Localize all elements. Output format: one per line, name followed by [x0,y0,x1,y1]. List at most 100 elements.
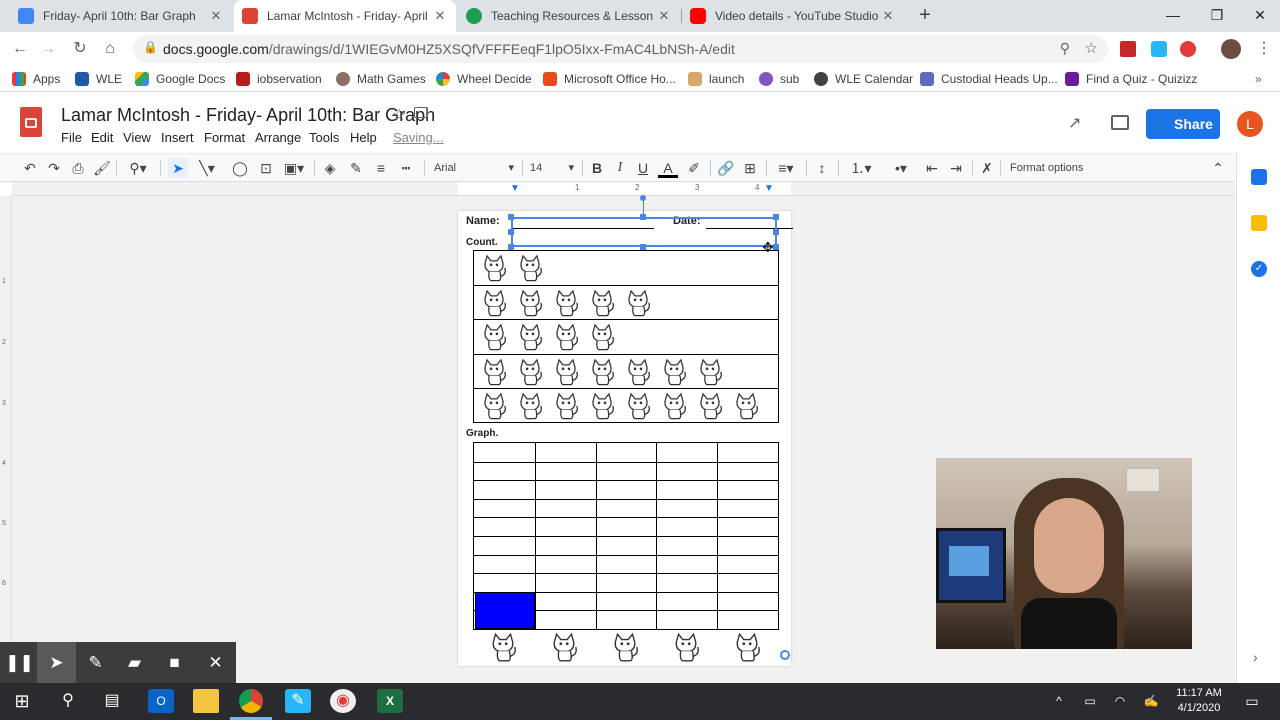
chrome-menu-icon[interactable]: ⋮ [1252,38,1276,60]
comments-icon[interactable] [1111,115,1129,130]
calendar-icon[interactable] [1251,169,1267,185]
file-explorer-icon[interactable] [193,689,219,713]
zoom-menu-icon[interactable]: ⚲▾ [124,158,152,178]
select-tool-icon[interactable]: ➤ [168,158,188,178]
border-weight-icon[interactable]: ≡ [371,158,391,178]
menu-tools[interactable]: Tools [309,130,339,145]
image-insert-icon[interactable]: ▣▾ [280,158,308,178]
highlight-color-icon[interactable]: ✐ [684,158,704,178]
chrome-icon[interactable] [239,689,263,713]
bold-icon[interactable]: B [588,158,606,178]
wifi-icon[interactable]: ◠ [1107,689,1133,713]
profile-avatar[interactable] [1221,39,1241,59]
tab-teaching-resources[interactable]: Teaching Resources & Lesson Pla ✕ [458,0,680,32]
menu-insert[interactable]: Insert [161,130,194,145]
bookmark-apps[interactable]: Apps [12,71,60,87]
close-tab-icon[interactable]: ✕ [656,8,672,24]
font-family-select[interactable]: Arial ▾ [434,158,518,178]
notes-app-icon[interactable]: ✎ [285,689,311,713]
notifications-icon[interactable]: ▭ [1239,689,1265,713]
menu-arrange[interactable]: Arrange [255,130,301,145]
pause-icon[interactable]: ❚❚ [0,642,39,683]
account-avatar[interactable]: L [1237,111,1263,137]
align-icon[interactable]: ≡▾ [772,158,800,178]
resize-handle[interactable] [640,214,646,220]
extension-icon[interactable] [1180,41,1196,57]
resize-handle[interactable] [508,214,514,220]
clear-formatting-icon[interactable]: ✗ [978,158,996,178]
link-icon[interactable]: 🔗 [716,158,736,178]
cursor-tool-icon[interactable]: ➤ [37,642,76,683]
forward-icon[interactable]: → [36,38,60,60]
border-dash-icon[interactable]: ┅ [396,158,416,178]
tasks-icon[interactable]: ✓ [1251,261,1267,277]
bookmark-iobservation[interactable]: iobservation [236,71,322,87]
redo-icon[interactable]: ↷ [44,158,64,178]
screencastify-extension-icon[interactable] [1151,41,1167,57]
tab-drawing-active[interactable]: Lamar McIntosh - Friday- April 10 ✕ [234,0,456,32]
pen-tray-icon[interactable]: ✍ [1138,689,1164,713]
collapse-toolbar-icon[interactable]: ⌃ [1208,158,1228,178]
print-icon[interactable]: ⎙ [68,158,88,178]
fill-color-icon[interactable]: ◈ [320,158,340,178]
system-clock[interactable]: 11:17 AM 4/1/2020 [1168,686,1230,716]
decrease-indent-icon[interactable]: ⇤ [922,158,942,178]
zoom-icon[interactable]: ⚲ [1060,40,1070,57]
right-indent-marker[interactable]: ▼ [764,183,774,194]
close-tab-icon[interactable]: ✕ [208,8,224,24]
rotate-handle-knob[interactable] [640,195,646,201]
battery-icon[interactable]: ▭ [1077,689,1103,713]
move-folder-icon[interactable] [414,107,428,118]
numbered-list-icon[interactable]: ⒈▾ [846,158,876,178]
maximize-icon[interactable]: ❐ [1195,0,1239,30]
paint-format-icon[interactable]: 🖌 [92,158,112,178]
text-box-icon[interactable]: ⊡ [256,158,276,178]
menu-file[interactable]: File [61,130,82,145]
resize-handle[interactable] [508,229,514,235]
bookmark-google-docs[interactable]: Google Docs [135,71,225,87]
worksheet-page[interactable]: Name: Date: ✥ Count. Graph. [458,195,793,666]
excel-icon[interactable]: X [377,689,403,713]
bar-fill[interactable] [475,591,535,629]
resize-handle[interactable] [773,214,779,220]
text-color-icon[interactable]: A [658,158,678,178]
app-icon[interactable]: ◉ [330,689,356,713]
bookmark-office[interactable]: Microsoft Office Ho... [543,71,676,87]
line-spacing-icon[interactable]: ↕ [812,158,832,178]
tab-youtube-studio[interactable]: Video details - YouTube Studio ✕ [682,0,904,32]
menu-help[interactable]: Help [350,130,377,145]
back-icon[interactable]: ← [8,38,32,60]
bookmark-quizizz[interactable]: Find a Quiz - Quizizz [1065,71,1197,87]
menu-format[interactable]: Format [204,130,245,145]
bookmark-sub[interactable]: sub [759,71,799,87]
keep-icon[interactable] [1251,215,1267,231]
reload-icon[interactable]: ↻ [68,38,92,60]
undo-icon[interactable]: ↶ [20,158,40,178]
bookmark-wle[interactable]: WLE [75,71,122,87]
bookmark-wheel-decide[interactable]: Wheel Decide [436,71,532,87]
home-icon[interactable]: ⌂ [98,38,122,60]
search-icon[interactable]: ⚲ [55,689,81,713]
bulleted-list-icon[interactable]: •▾ [886,158,916,178]
windows-start-icon[interactable]: ⊞ [9,689,35,713]
line-endpoint-handle[interactable] [780,650,790,660]
add-comment-icon[interactable]: ⊞ [740,158,760,178]
google-drawings-logo-icon[interactable] [20,107,42,137]
font-size-select[interactable]: 14 ▾ [530,158,578,178]
bookmark-star-icon[interactable]: ☆ [1085,39,1098,57]
close-recorder-icon[interactable]: ✕ [196,642,235,683]
bookmark-custodial[interactable]: Custodial Heads Up... [920,71,1058,87]
acrobat-extension-icon[interactable] [1120,41,1136,57]
star-icon[interactable]: ☆ [392,105,406,125]
line-tool-icon[interactable]: ╲▾ [194,158,220,178]
task-view-icon[interactable]: ▤ [99,689,125,713]
activity-trend-icon[interactable]: ↗ [1068,113,1081,133]
resize-handle[interactable] [773,229,779,235]
camera-icon[interactable]: ■ [155,642,194,683]
menu-view[interactable]: View [123,130,151,145]
close-tab-icon[interactable]: ✕ [432,8,448,24]
format-options-button[interactable]: Format options [1010,158,1090,178]
document-title[interactable]: Lamar McIntosh - Friday- April 10th: Bar… [61,105,435,126]
expand-panel-icon[interactable]: › [1253,649,1258,665]
bookmark-wle-calendar[interactable]: WLE Calendar [814,71,913,87]
